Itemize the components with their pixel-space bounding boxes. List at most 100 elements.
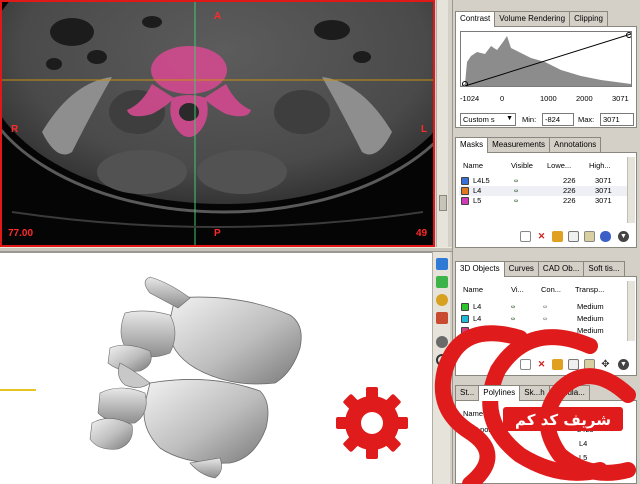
tab-sketch[interactable]: Sk...h [519,385,550,400]
object-name: L5 [473,326,482,335]
object-color-swatch[interactable] [461,315,469,323]
tab-stl[interactable]: St... [455,385,480,400]
tab-volume-rendering[interactable]: Volume Rendering [494,11,571,26]
menu-dropdown-icon[interactable]: ▼ [618,359,629,370]
visibility-glasses-icon[interactable]: ഄ [514,176,518,185]
ct-axial-view[interactable]: A R L P 77.00 49 [0,0,435,247]
column-header: Con... [541,285,562,294]
tab-soft-tissue[interactable]: Soft tis... [583,261,625,276]
3d-view[interactable] [0,252,432,484]
histogram-plot[interactable] [460,31,632,87]
object-row[interactable]: L4 ഄ ഄ Medium [459,302,627,314]
polyline-row[interactable]: L4 [459,439,627,449]
new-object-icon[interactable] [520,359,531,370]
object-color-swatch[interactable] [461,327,469,335]
axis-tick: 2000 [576,94,593,103]
column-header: Based on [569,409,601,418]
mask-color-swatch[interactable] [461,187,469,195]
mask-color-swatch[interactable] [461,197,469,205]
ct-view-scrollbar[interactable] [436,0,448,247]
visibility-glasses-icon[interactable]: ഄ [514,186,518,195]
delete-icon[interactable]: ✕ [536,231,547,242]
visibility-glasses-icon[interactable]: ഄ [514,196,518,205]
contrast-tabs: Contrast Volume Rendering Clipping [455,11,608,27]
masks-panel: Name Visible Lowe... High... L4L5 ഄ 226 … [455,152,637,248]
tab-annotations[interactable]: Annotations [549,137,602,152]
transparency-value[interactable]: Medium [577,326,604,335]
transparency-value[interactable]: Medium [577,314,604,323]
min-label: Min: [522,115,537,124]
orientation-right-label: R [11,124,19,135]
render-mode-icon[interactable] [436,312,448,324]
calculate-3d-icon[interactable] [552,359,563,370]
min-value-field[interactable]: -824 [542,113,574,126]
polyline-row[interactable]: L5 [459,453,627,463]
transparency-value[interactable]: Medium [577,302,604,311]
object-name: L4 [473,302,482,311]
masks-scrollbar[interactable] [627,157,635,223]
tab-3d-objects[interactable]: 3D Objects [455,261,505,277]
column-header: Visible [527,409,549,418]
visibility-glasses-icon[interactable]: ഄ [511,326,515,335]
mask-name: L5 [473,196,482,205]
max-value-field[interactable]: 3071 [600,113,634,126]
chevron-down-icon: ▼ [506,115,513,122]
contour-glasses-icon[interactable]: ഄ [543,314,547,323]
polyline-based-on: L4 [579,439,588,448]
mask-row[interactable]: L4 ഄ 226 3071 [459,186,627,196]
visibility-glasses-icon[interactable]: ഄ [511,302,515,311]
export-icon[interactable] [584,359,595,370]
front-view-icon[interactable] [436,276,448,288]
app-window: A R L P 77.00 49 ✥ Contrast Volume Rende… [0,0,640,484]
tab-cad-objects[interactable]: CAD Ob... [537,261,585,276]
column-header: Visible [511,161,533,170]
visibility-glasses-icon[interactable]: ഄ [511,314,515,323]
view-cube-icon[interactable] [436,258,448,270]
orientation-anterior-label: A [214,11,222,22]
rotate-tool-icon[interactable] [436,354,448,366]
vertebra-3d-model [0,276,302,479]
contour-glasses-icon[interactable]: ഄ [543,326,547,335]
tab-masks[interactable]: Masks [455,137,489,153]
objects-tabs: 3D Objects Curves CAD Ob... Soft tis... [455,261,625,277]
mask-row[interactable]: L5 ഄ 226 3071 [459,196,627,206]
polyline-based-on: L5 [579,453,588,462]
objects-panel: Name Vi... Con... Transp... L4 ഄ ഄ Mediu… [455,276,637,376]
mask-color-swatch[interactable] [461,177,469,185]
objects-toolbar: ✕ ✥ ▼ [520,359,636,373]
shield-icon[interactable] [600,231,611,242]
axis-tick: 1000 [540,94,557,103]
tab-simulation[interactable]: Simula... [548,385,590,400]
duplicate-icon[interactable] [568,359,579,370]
object-color-swatch[interactable] [461,303,469,311]
contrast-preset-select[interactable]: Custom s ▼ [460,113,516,126]
move-tool-icon[interactable]: ✥ [436,374,448,386]
object-row[interactable]: L5 ഄ ഄ Medium [459,326,627,336]
menu-dropdown-icon[interactable]: ▼ [618,231,629,242]
mask-threshold-icon[interactable] [552,231,563,242]
delete-icon[interactable]: ✕ [536,359,547,370]
column-header: Name [463,409,484,418]
tab-measurements[interactable]: Measurements [487,137,551,152]
contour-glasses-icon[interactable]: ഄ [543,302,547,311]
tab-clipping[interactable]: Clipping [569,11,608,26]
tab-polylines[interactable]: Polylines [478,385,521,401]
pan-tool-icon[interactable] [436,336,448,348]
histogram-axis: -1024 0 1000 2000 3071 [460,94,636,104]
mask-low-value: 226 [563,186,576,195]
new-mask-icon[interactable] [520,231,531,242]
sphere-view-icon[interactable] [436,294,448,306]
duplicate-icon[interactable] [568,231,579,242]
mask-row[interactable]: L4L5 ഄ 226 3071 [459,176,627,186]
edit-mask-icon[interactable] [584,231,595,242]
objects-scrollbar[interactable] [627,281,635,341]
object-row[interactable]: L4 ഄ ഄ Medium [459,314,627,326]
ct-scrollbar-thumb[interactable] [439,195,447,211]
polyline-row[interactable]: 4-L5 polylin L4L5 [459,425,627,435]
polylines-tabs: St... Polylines Sk...h Simula... [455,385,590,401]
axis-tick: -1024 [460,94,480,103]
move-icon[interactable]: ✥ [600,359,611,370]
tab-contrast[interactable]: Contrast [455,11,496,27]
tab-curves[interactable]: Curves [503,261,539,276]
mask-name: L4L5 [473,176,490,185]
